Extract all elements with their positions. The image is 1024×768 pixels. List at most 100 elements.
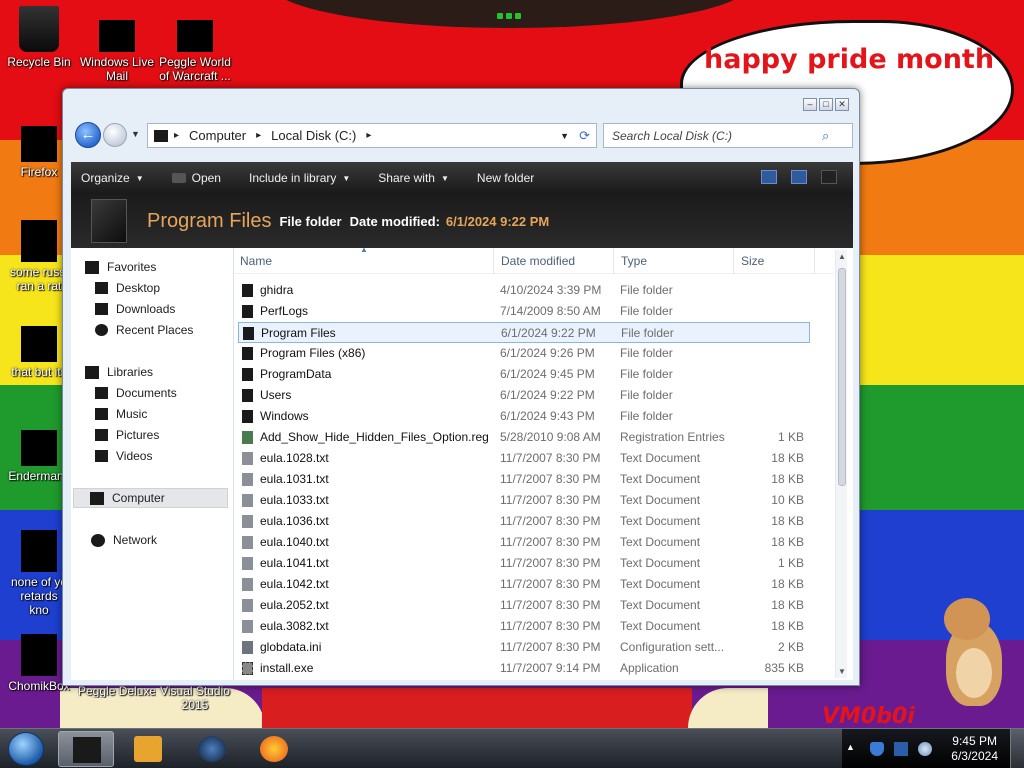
file-name: PerfLogs <box>260 304 309 318</box>
breadcrumb-separator[interactable]: ▸ <box>366 130 371 141</box>
file-row[interactable]: ProgramData 6/1/2024 9:45 PM File folder <box>238 364 810 385</box>
taskbar-globe-app[interactable] <box>184 731 240 767</box>
nav-downloads[interactable]: Downloads <box>95 302 175 316</box>
file-date: 6/1/2024 9:22 PM <box>500 388 595 402</box>
breadcrumb-separator[interactable]: ▸ <box>174 130 179 141</box>
search-input[interactable] <box>612 128 822 143</box>
column-size[interactable]: Size <box>741 254 764 268</box>
text-document-icon <box>242 599 253 612</box>
nav-label: Computer <box>112 491 165 505</box>
file-date: 11/7/2007 9:14 PM <box>500 661 601 675</box>
back-button[interactable]: ← <box>75 122 101 148</box>
network-tray-icon[interactable] <box>894 742 908 756</box>
nav-music[interactable]: Music <box>95 407 147 421</box>
organize-label: Organize <box>81 171 130 185</box>
column-type[interactable]: Type <box>621 254 647 268</box>
file-row[interactable]: eula.1042.txt 11/7/2007 8:30 PM Text Docum… <box>238 574 810 595</box>
file-name: eula.1036.txt <box>260 514 329 528</box>
scrollbar-thumb[interactable] <box>838 268 846 486</box>
taskbar-explorer[interactable] <box>58 731 114 767</box>
file-row[interactable]: eula.1031.txt 11/7/2007 8:30 PM Text Docum… <box>238 469 810 490</box>
nav-desktop[interactable]: Desktop <box>95 281 160 295</box>
nav-favorites[interactable]: Favorites <box>85 260 156 274</box>
hamster-sticker <box>940 598 1006 708</box>
show-desktop-button[interactable] <box>1010 729 1024 768</box>
desktop-icon-visual-studio[interactable]: Visual Studio 2015 <box>156 684 234 712</box>
nav-network[interactable]: Network <box>91 533 157 547</box>
maximize-button[interactable]: □ <box>819 98 833 111</box>
file-type: Text Document <box>620 535 701 549</box>
file-row[interactable]: PerfLogs 7/14/2009 8:50 AM File folder <box>238 301 810 322</box>
details-date-label: Date modified: <box>349 213 440 229</box>
close-button[interactable]: ✕ <box>835 98 849 111</box>
breadcrumb-local-disk[interactable]: Local Disk (C:) <box>271 128 356 143</box>
file-row[interactable]: eula.1041.txt 11/7/2007 8:30 PM Text Docum… <box>238 553 810 574</box>
organize-menu[interactable]: Organize ▼ <box>81 171 144 185</box>
nav-libraries[interactable]: Libraries <box>85 365 153 379</box>
nav-computer[interactable]: Computer <box>73 488 228 508</box>
file-row[interactable]: Users 6/1/2024 9:22 PM File folder <box>238 385 810 406</box>
new-folder-button[interactable]: New folder <box>477 171 534 185</box>
file-row[interactable]: globdata.ini 11/7/2007 8:30 PM Configurati… <box>238 637 810 658</box>
forward-button[interactable] <box>103 123 127 147</box>
change-view-icon[interactable] <box>761 170 777 184</box>
file-row[interactable]: ghidra 4/10/2024 3:39 PM File folder <box>238 280 810 301</box>
file-row[interactable]: Program Files (x86) 6/1/2024 9:26 PM File … <box>238 343 810 364</box>
new-folder-label: New folder <box>476 171 535 185</box>
desktop-icon-windows-live-mail[interactable]: Windows Live Mail <box>78 20 156 83</box>
file-size: 18 KB <box>771 619 804 633</box>
folder-icon <box>242 410 253 423</box>
file-date: 11/7/2007 8:30 PM <box>500 556 601 570</box>
shield-icon[interactable] <box>870 742 884 756</box>
scroll-down-icon[interactable]: ▼ <box>838 667 846 676</box>
start-button[interactable] <box>8 732 44 766</box>
file-row[interactable]: eula.3082.txt 11/7/2007 8:30 PM Text Docum… <box>238 616 810 637</box>
nav-videos[interactable]: Videos <box>95 449 152 463</box>
nav-documents[interactable]: Documents <box>95 386 177 400</box>
column-date-modified[interactable]: Date modified <box>501 254 575 268</box>
include-in-library-menu[interactable]: Include in library ▼ <box>249 171 350 185</box>
desktop-icon-peggle-deluxe[interactable]: Peggle Deluxe <box>78 684 156 698</box>
recent-pages-dropdown[interactable]: ▼ <box>131 129 140 139</box>
file-row-selected[interactable]: Program Files 6/1/2024 9:22 PM File folder <box>238 322 810 343</box>
file-row[interactable]: Add_Show_Hide_Hidden_Files_Option.reg 5/2… <box>238 427 810 448</box>
nav-recent-places[interactable]: Recent Places <box>95 323 193 337</box>
nav-pictures[interactable]: Pictures <box>95 428 159 442</box>
file-name: Add_Show_Hide_Hidden_Files_Option.reg <box>260 430 489 444</box>
file-row[interactable]: install.exe 11/7/2007 9:14 PM Application 8… <box>238 658 810 679</box>
column-name[interactable]: Name <box>240 254 272 268</box>
file-size: 18 KB <box>771 577 804 591</box>
address-dropdown[interactable]: ▼ <box>560 131 569 141</box>
help-icon[interactable] <box>821 170 837 184</box>
file-row[interactable]: Windows 6/1/2024 9:43 PM File folder <box>238 406 810 427</box>
folder-icon <box>242 368 253 381</box>
system-tray: ▲ 9:45 PM 6/3/2024 <box>842 729 1024 768</box>
address-bar[interactable]: ▸ Computer ▸ Local Disk (C:) ▸ ▼ ⟳ <box>147 123 597 148</box>
file-row[interactable]: eula.1028.txt 11/7/2007 8:30 PM Text Docum… <box>238 448 810 469</box>
share-with-menu[interactable]: Share with ▼ <box>378 171 449 185</box>
file-row[interactable]: eula.1033.txt 11/7/2007 8:30 PM Text Docum… <box>238 490 810 511</box>
clock-time: 9:45 PM <box>952 734 997 748</box>
desktop-icon-recycle-bin[interactable]: Recycle Bin <box>0 6 78 69</box>
taskbar-media-player[interactable] <box>120 731 176 767</box>
breadcrumb-computer[interactable]: Computer <box>189 128 246 143</box>
vertical-scrollbar[interactable]: ▲ ▼ <box>835 250 847 678</box>
breadcrumb-separator[interactable]: ▸ <box>256 130 261 141</box>
open-button[interactable]: Open <box>171 171 221 185</box>
file-row[interactable]: eula.2052.txt 11/7/2007 8:30 PM Text Docum… <box>238 595 810 616</box>
preview-pane-icon[interactable] <box>791 170 807 184</box>
search-icon[interactable]: ⌕ <box>822 128 829 144</box>
clock[interactable]: 9:45 PM 6/3/2024 <box>951 734 998 764</box>
volume-icon[interactable] <box>918 742 932 756</box>
file-date: 11/7/2007 8:30 PM <box>500 619 601 633</box>
desktop-icon-peggle-wow[interactable]: Peggle World of Warcraft ... <box>156 20 234 83</box>
file-row[interactable]: eula.1040.txt 11/7/2007 8:30 PM Text Docum… <box>238 532 810 553</box>
refresh-icon[interactable]: ⟳ <box>579 128 590 144</box>
taskbar-firefox[interactable] <box>246 731 302 767</box>
file-row[interactable]: eula.1036.txt 11/7/2007 8:30 PM Text Docum… <box>238 511 810 532</box>
file-type: Registration Entries <box>620 430 725 444</box>
show-hidden-icons-icon[interactable]: ▲ <box>846 742 860 756</box>
scroll-up-icon[interactable]: ▲ <box>838 252 846 261</box>
minimize-button[interactable]: – <box>803 98 817 111</box>
file-type: File folder <box>620 304 673 318</box>
